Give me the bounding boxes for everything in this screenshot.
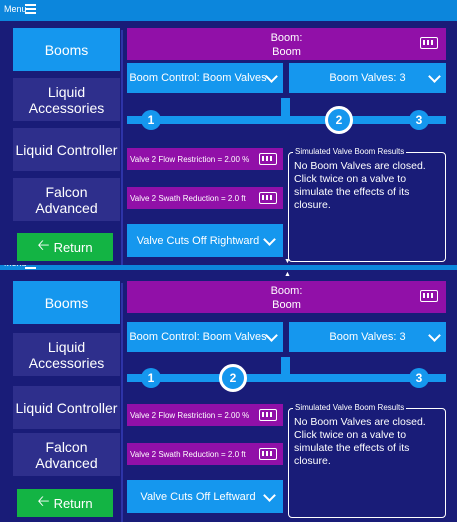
sidebar-item-label: Liquid Accessories xyxy=(28,83,105,116)
return-button[interactable]: 🡠 Return xyxy=(17,233,113,261)
flow-restriction-text: Valve 2 Flow Restriction = 2.00 % xyxy=(130,410,250,420)
valve-node-label: 1 xyxy=(147,113,155,127)
arrow-left-icon: 🡠 xyxy=(37,492,50,510)
sidebar-item-label: Liquid Accessories xyxy=(28,338,105,371)
flow-restriction-text: Valve 2 Flow Restriction = 2.00 % xyxy=(130,154,250,164)
valve-cuts-off-value: Valve Cuts Off Rightward xyxy=(136,234,260,247)
divider xyxy=(121,283,123,522)
keyboard-icon[interactable] xyxy=(259,409,277,421)
sidebar-item-liquid-accessories[interactable]: Liquid Accessories xyxy=(13,78,120,121)
top-bar: Menu xyxy=(0,265,457,270)
valve-node-1[interactable]: 1 xyxy=(141,368,161,388)
simulated-results-box: Simulated Valve Boom Results No Boom Val… xyxy=(288,147,446,262)
sidebar-item-falcon-advanced[interactable]: Falcon Advanced xyxy=(13,178,120,221)
return-label: Return xyxy=(53,495,93,511)
boom-stem xyxy=(281,98,290,118)
flow-restriction-field[interactable]: Valve 2 Flow Restriction = 2.00 % xyxy=(127,404,283,426)
valve-node-label: 1 xyxy=(147,371,155,385)
sidebar-item-label: Booms xyxy=(44,294,89,311)
simulated-results-box: Simulated Valve Boom Results No Boom Val… xyxy=(288,403,446,518)
valve-cuts-off-value: Valve Cuts Off Leftward xyxy=(140,490,256,503)
boom-track xyxy=(127,116,446,124)
boom-control-dropdown[interactable]: Boom Control: Boom Valves xyxy=(127,63,283,93)
chevron-down-icon xyxy=(428,329,441,342)
valve-node-label: 2 xyxy=(229,371,237,385)
arrow-left-icon: 🡠 xyxy=(37,236,50,254)
boom-valves-value: Boom Valves: 3 xyxy=(329,72,406,84)
boom-control-value: Boom Control: Boom Valves xyxy=(129,72,267,84)
boom-title-line1: Boom: xyxy=(270,32,303,44)
boom-title-line2: Boom xyxy=(272,299,301,311)
boom-valves-dropdown[interactable]: Boom Valves: 3 xyxy=(289,322,446,352)
menu-label[interactable]: Menu xyxy=(4,265,27,268)
sidebar-item-falcon-advanced[interactable]: Falcon Advanced xyxy=(13,433,120,476)
sidebar-item-booms[interactable]: Booms xyxy=(13,281,120,324)
results-text: No Boom Valves are closed. Click twice o… xyxy=(294,160,441,212)
results-text: No Boom Valves are closed. Click twice o… xyxy=(294,416,441,468)
results-line1: No Boom Valves are closed. xyxy=(294,160,426,172)
valve-node-label: 3 xyxy=(415,371,423,385)
swath-reduction-field[interactable]: Valve 2 Swath Reduction = 2.0 ft xyxy=(127,443,283,465)
results-line1: No Boom Valves are closed. xyxy=(294,416,426,428)
boom-name-field[interactable]: Boom: Boom xyxy=(127,281,446,313)
chevron-down-icon xyxy=(428,70,441,83)
keyboard-icon[interactable] xyxy=(259,153,277,165)
sidebar-item-label: Liquid Controller xyxy=(15,399,118,416)
boom-valves-value: Boom Valves: 3 xyxy=(329,331,406,343)
boom-control-value: Boom Control: Boom Valves xyxy=(129,331,267,343)
chevron-down-icon xyxy=(263,489,276,502)
valve-node-label: 2 xyxy=(335,113,343,127)
boom-name-field[interactable]: Boom: Boom xyxy=(127,28,446,60)
keyboard-icon[interactable] xyxy=(420,290,438,302)
results-legend: Simulated Valve Boom Results xyxy=(293,147,407,156)
valve-node-label: 3 xyxy=(415,113,423,127)
scroll-down-icon[interactable]: ▼ xyxy=(284,258,291,265)
divider xyxy=(121,30,123,265)
valve-node-2[interactable]: 2 xyxy=(219,364,247,392)
swath-reduction-text: Valve 2 Swath Reduction = 2.0 ft xyxy=(130,193,246,203)
results-line2: Click twice on a valve to simulate the e… xyxy=(294,429,410,467)
keyboard-icon[interactable] xyxy=(259,192,277,204)
screen-panel-bottom: Menu ▲ Booms Liquid Accessories Liquid C… xyxy=(0,265,457,522)
valve-cuts-off-dropdown[interactable]: Valve Cuts Off Rightward xyxy=(127,224,283,257)
return-label: Return xyxy=(53,239,93,255)
sidebar-item-label: Booms xyxy=(44,41,89,58)
boom-title-line2: Boom xyxy=(272,46,301,58)
chevron-down-icon xyxy=(263,233,276,246)
menu-icon[interactable] xyxy=(25,265,36,270)
sidebar-item-label: Falcon Advanced xyxy=(35,183,98,216)
keyboard-icon[interactable] xyxy=(420,37,438,49)
keyboard-icon[interactable] xyxy=(259,448,277,460)
sidebar-item-booms[interactable]: Booms xyxy=(13,28,120,71)
valve-node-2[interactable]: 2 xyxy=(325,106,353,134)
menu-icon[interactable] xyxy=(25,4,36,15)
valve-cuts-off-dropdown[interactable]: Valve Cuts Off Leftward xyxy=(127,480,283,513)
screen-panel-top: Menu Booms Liquid Accessories Liquid Con… xyxy=(0,0,457,265)
boom-valves-dropdown[interactable]: Boom Valves: 3 xyxy=(289,63,446,93)
boom-title-line1: Boom: xyxy=(270,285,303,297)
chevron-down-icon xyxy=(265,329,278,342)
boom-track xyxy=(127,374,446,382)
results-legend: Simulated Valve Boom Results xyxy=(293,403,407,412)
flow-restriction-field[interactable]: Valve 2 Flow Restriction = 2.00 % xyxy=(127,148,283,170)
swath-reduction-text: Valve 2 Swath Reduction = 2.0 ft xyxy=(130,449,246,459)
valve-node-3[interactable]: 3 xyxy=(409,110,429,130)
sidebar-item-liquid-controller[interactable]: Liquid Controller xyxy=(13,128,120,171)
sidebar-item-label: Falcon Advanced xyxy=(35,438,98,471)
results-line2: Click twice on a valve to simulate the e… xyxy=(294,173,410,211)
top-bar: Menu xyxy=(0,0,457,21)
sidebar-item-liquid-accessories[interactable]: Liquid Accessories xyxy=(13,333,120,376)
valve-node-3[interactable]: 3 xyxy=(409,368,429,388)
return-button[interactable]: 🡠 Return xyxy=(17,489,113,517)
sidebar-item-label: Liquid Controller xyxy=(15,141,118,158)
sidebar-item-liquid-controller[interactable]: Liquid Controller xyxy=(13,386,120,429)
valve-node-1[interactable]: 1 xyxy=(141,110,161,130)
boom-control-dropdown[interactable]: Boom Control: Boom Valves xyxy=(127,322,283,352)
menu-label[interactable]: Menu xyxy=(4,4,27,14)
chevron-down-icon xyxy=(265,70,278,83)
swath-reduction-field[interactable]: Valve 2 Swath Reduction = 2.0 ft xyxy=(127,187,283,209)
scroll-up-icon[interactable]: ▲ xyxy=(284,271,291,278)
